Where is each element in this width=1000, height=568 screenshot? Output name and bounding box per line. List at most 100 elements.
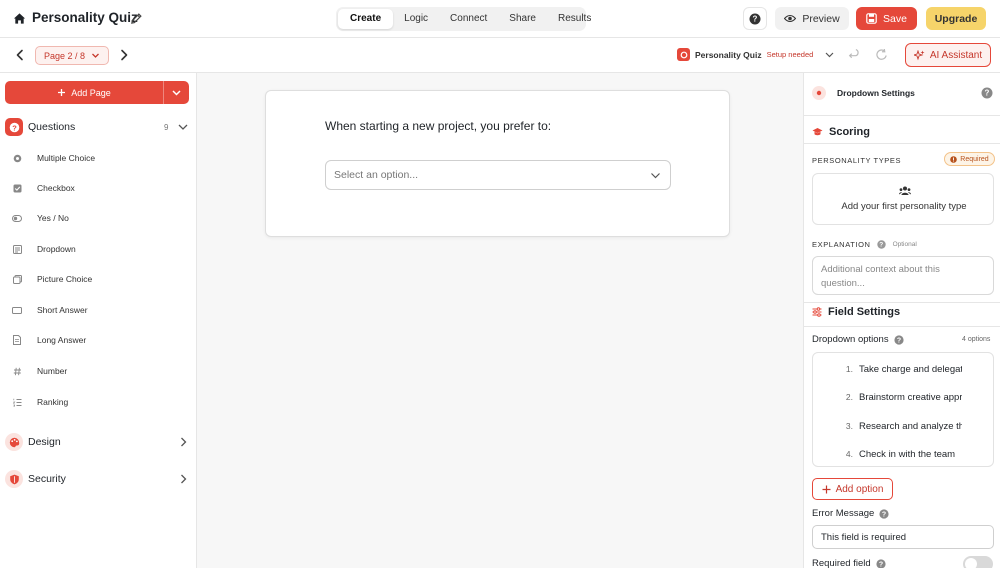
- tab-share[interactable]: Share: [498, 9, 547, 29]
- security-label: Security: [28, 473, 66, 485]
- scoring-section-title: Scoring: [812, 126, 870, 138]
- add-option-button[interactable]: Add option: [812, 478, 893, 500]
- security-section-header[interactable]: Security: [5, 469, 190, 489]
- home-icon[interactable]: [13, 12, 26, 25]
- add-personality-type-text: Add your first personality type: [841, 201, 967, 212]
- panel-title: Dropdown Settings: [837, 88, 915, 98]
- shield-icon: [5, 470, 23, 488]
- save-label: Save: [883, 12, 907, 25]
- main-tabs: Create Logic Connect Share Results: [336, 7, 591, 31]
- graduation-cap-icon: [812, 128, 823, 136]
- required-field-label: Required field: [812, 558, 871, 568]
- question-type-picture-choice[interactable]: Picture Choice: [12, 272, 92, 286]
- question-type-label: Long Answer: [37, 335, 87, 345]
- left-sidebar: Add Page ? Questions 9 Multiple Choice C…: [0, 73, 197, 568]
- question-type-label: Multiple Choice: [37, 153, 96, 163]
- question-type-yes-no[interactable]: Yes / No: [12, 211, 69, 225]
- ai-assistant-button[interactable]: AI Assistant: [905, 43, 991, 67]
- error-message-input[interactable]: This field is required: [812, 525, 994, 549]
- option-row[interactable]: 3. Research and analyze thoroughly: [813, 419, 993, 433]
- svg-text:?: ?: [12, 123, 17, 132]
- dropdown-select[interactable]: Select an option...: [325, 160, 671, 190]
- long-text-icon: [12, 335, 22, 345]
- question-type-label: Ranking: [37, 397, 69, 407]
- required-field-toggle[interactable]: [963, 556, 993, 568]
- question-type-ranking[interactable]: Ranking: [12, 395, 68, 409]
- help-icon[interactable]: ?: [981, 87, 993, 99]
- svg-text:?: ?: [753, 14, 758, 23]
- help-icon[interactable]: ?: [876, 240, 886, 249]
- help-button[interactable]: ?: [743, 7, 767, 30]
- field-settings-label: Field Settings: [828, 306, 901, 318]
- questions-section-header[interactable]: ? Questions 9: [5, 117, 190, 137]
- page-selector[interactable]: Page 2 / 8: [35, 46, 109, 65]
- required-badge: Required: [944, 152, 995, 166]
- option-text[interactable]: Check in with the team: [859, 449, 962, 460]
- hash-icon: [12, 366, 22, 376]
- option-row[interactable]: 2. Brainstorm creative approaches: [813, 390, 993, 404]
- dropdown-options-list: 1. Take charge and delegate 2. Brainstor…: [812, 352, 994, 467]
- sparkle-icon: [913, 49, 925, 60]
- palette-icon: [5, 433, 23, 451]
- previous-page-icon[interactable]: [13, 48, 27, 62]
- question-type-multiple-choice[interactable]: Multiple Choice: [12, 151, 95, 165]
- upgrade-button[interactable]: Upgrade: [926, 7, 986, 30]
- preview-button[interactable]: Preview: [775, 7, 849, 30]
- question-type-checkbox[interactable]: Checkbox: [12, 181, 75, 195]
- question-type-short-answer[interactable]: Short Answer: [12, 303, 88, 317]
- question-icon: ?: [5, 118, 23, 136]
- help-icon[interactable]: ?: [876, 558, 886, 568]
- scoring-label: Scoring: [829, 126, 870, 138]
- select-placeholder: Select an option...: [334, 169, 419, 181]
- edit-title-icon[interactable]: [130, 12, 143, 25]
- explanation-label: EXPLANATION: [812, 240, 871, 249]
- chevron-right-icon: [181, 474, 187, 484]
- svg-text:?: ?: [879, 242, 884, 249]
- design-section-header[interactable]: Design: [5, 432, 190, 452]
- optional-badge: Optional: [892, 241, 917, 248]
- option-text[interactable]: Take charge and delegate: [859, 364, 962, 375]
- question-type-dropdown[interactable]: Dropdown: [12, 242, 76, 256]
- tab-logic[interactable]: Logic: [393, 9, 439, 29]
- save-button[interactable]: Save: [856, 7, 917, 30]
- explanation-textarea[interactable]: Additional context about this question..…: [812, 256, 994, 295]
- option-row[interactable]: 1. Take charge and delegate: [813, 362, 993, 376]
- questions-label: Questions: [28, 121, 76, 133]
- option-text[interactable]: Brainstorm creative approaches: [859, 392, 962, 403]
- add-personality-type-button[interactable]: Add your first personality type: [812, 173, 994, 225]
- question-type-number[interactable]: Number: [12, 364, 67, 378]
- top-bar: Personality Quiz Create Logic Connect Sh…: [0, 0, 1000, 38]
- tab-create[interactable]: Create: [338, 9, 394, 29]
- next-page-icon[interactable]: [117, 48, 131, 62]
- field-settings-section-title: Field Settings: [812, 306, 900, 318]
- undo-icon[interactable]: [848, 49, 861, 62]
- plus-icon: [822, 485, 831, 493]
- question-card[interactable]: When starting a new project, you prefer …: [265, 90, 730, 237]
- chevron-down-icon: [651, 173, 660, 179]
- add-page-menu-button[interactable]: [163, 81, 189, 104]
- personality-types-label: PERSONALITY TYPES: [812, 156, 902, 165]
- dropdown-options-label: Dropdown options: [812, 334, 889, 345]
- page-navigation-bar: Page 2 / 8 Personality Quiz Setup needed…: [0, 38, 1000, 73]
- question-type-long-answer[interactable]: Long Answer: [12, 333, 86, 347]
- svg-text:?: ?: [882, 511, 886, 518]
- quiz-setup-status: Setup needed: [766, 50, 814, 59]
- divider: [804, 326, 1000, 327]
- question-text[interactable]: When starting a new project, you prefer …: [325, 119, 551, 133]
- add-page-button-group: Add Page: [5, 81, 189, 104]
- ranking-icon: [12, 397, 22, 407]
- chevron-right-icon: [181, 437, 187, 447]
- help-icon[interactable]: ?: [893, 334, 904, 345]
- quiz-status[interactable]: Personality Quiz Setup needed: [677, 48, 835, 61]
- option-text[interactable]: Research and analyze thoroughly: [859, 421, 962, 432]
- option-row[interactable]: 4. Check in with the team: [813, 447, 993, 461]
- redo-icon[interactable]: [875, 49, 888, 62]
- chevron-down-icon: [178, 124, 188, 130]
- tab-results[interactable]: Results: [547, 9, 602, 29]
- divider: [804, 115, 1000, 116]
- tab-connect[interactable]: Connect: [439, 9, 498, 29]
- chevron-down-icon: [825, 52, 834, 58]
- help-icon[interactable]: ?: [879, 508, 889, 519]
- quiz-name: Personality Quiz: [695, 49, 762, 60]
- add-page-button[interactable]: Add Page: [5, 81, 163, 104]
